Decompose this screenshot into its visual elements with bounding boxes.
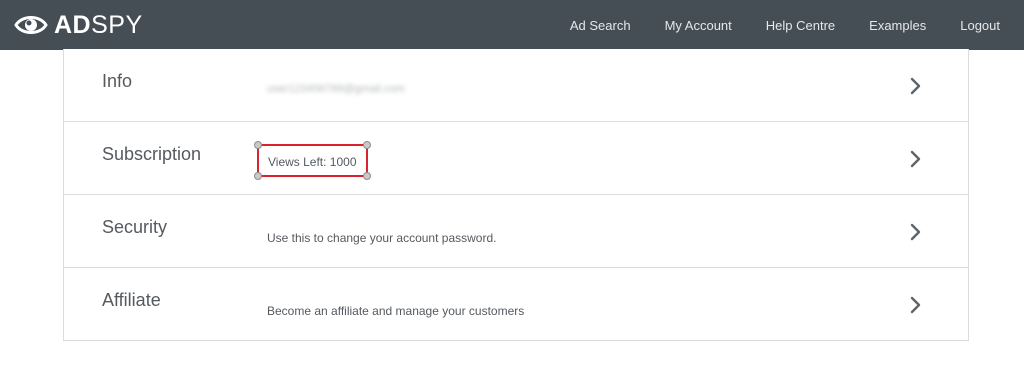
chevron-right-icon [910,150,921,168]
account-settings-card: Info user123456789@gmail.com Subscriptio… [63,49,969,341]
account-row-affiliate[interactable]: Affiliate Become an affiliate and manage… [64,268,968,341]
row-title-info: Info [102,71,133,91]
row-desc-affiliate: Become an affiliate and manage your cust… [267,304,525,318]
resize-handle-top-right[interactable] [363,141,371,149]
resize-handle-bottom-right[interactable] [363,172,371,180]
nav-menu: Ad Search My Account Help Centre Example… [570,0,1024,50]
nav-ad-search[interactable]: Ad Search [570,18,631,33]
nav-logout[interactable]: Logout [960,18,1000,33]
adspy-logo[interactable]: ADSPY [14,10,143,40]
row-desc-security: Use this to change your account password… [267,231,497,245]
nav-my-account[interactable]: My Account [665,18,732,33]
account-row-subscription[interactable]: Subscription Views Left: 1000 [64,122,968,195]
chevron-right-icon [910,77,921,95]
row-desc-views-left: Views Left: 1000 [268,155,357,169]
nav-help-centre[interactable]: Help Centre [766,18,835,33]
chevron-right-icon [910,296,921,314]
brand-name-bold: AD [54,11,92,39]
highlight-annotation: Views Left: 1000 [254,141,371,180]
account-row-info[interactable]: Info user123456789@gmail.com [64,49,968,122]
eye-icon [14,16,48,34]
resize-handle-top-left[interactable] [254,141,262,149]
row-title-security: Security [102,217,168,237]
chevron-right-icon [910,223,921,241]
brand-name-light: SPY [91,11,143,39]
top-navbar: ADSPY Ad Search My Account Help Centre E… [0,0,1024,50]
row-title-subscription: Subscription [102,144,202,164]
resize-handle-bottom-left[interactable] [254,172,262,180]
nav-examples[interactable]: Examples [869,18,926,33]
row-title-affiliate: Affiliate [102,290,161,310]
brand-name: ADSPY [54,10,143,40]
account-row-security[interactable]: Security Use this to change your account… [64,195,968,268]
row-desc-info-email: user123456789@gmail.com [267,83,405,95]
